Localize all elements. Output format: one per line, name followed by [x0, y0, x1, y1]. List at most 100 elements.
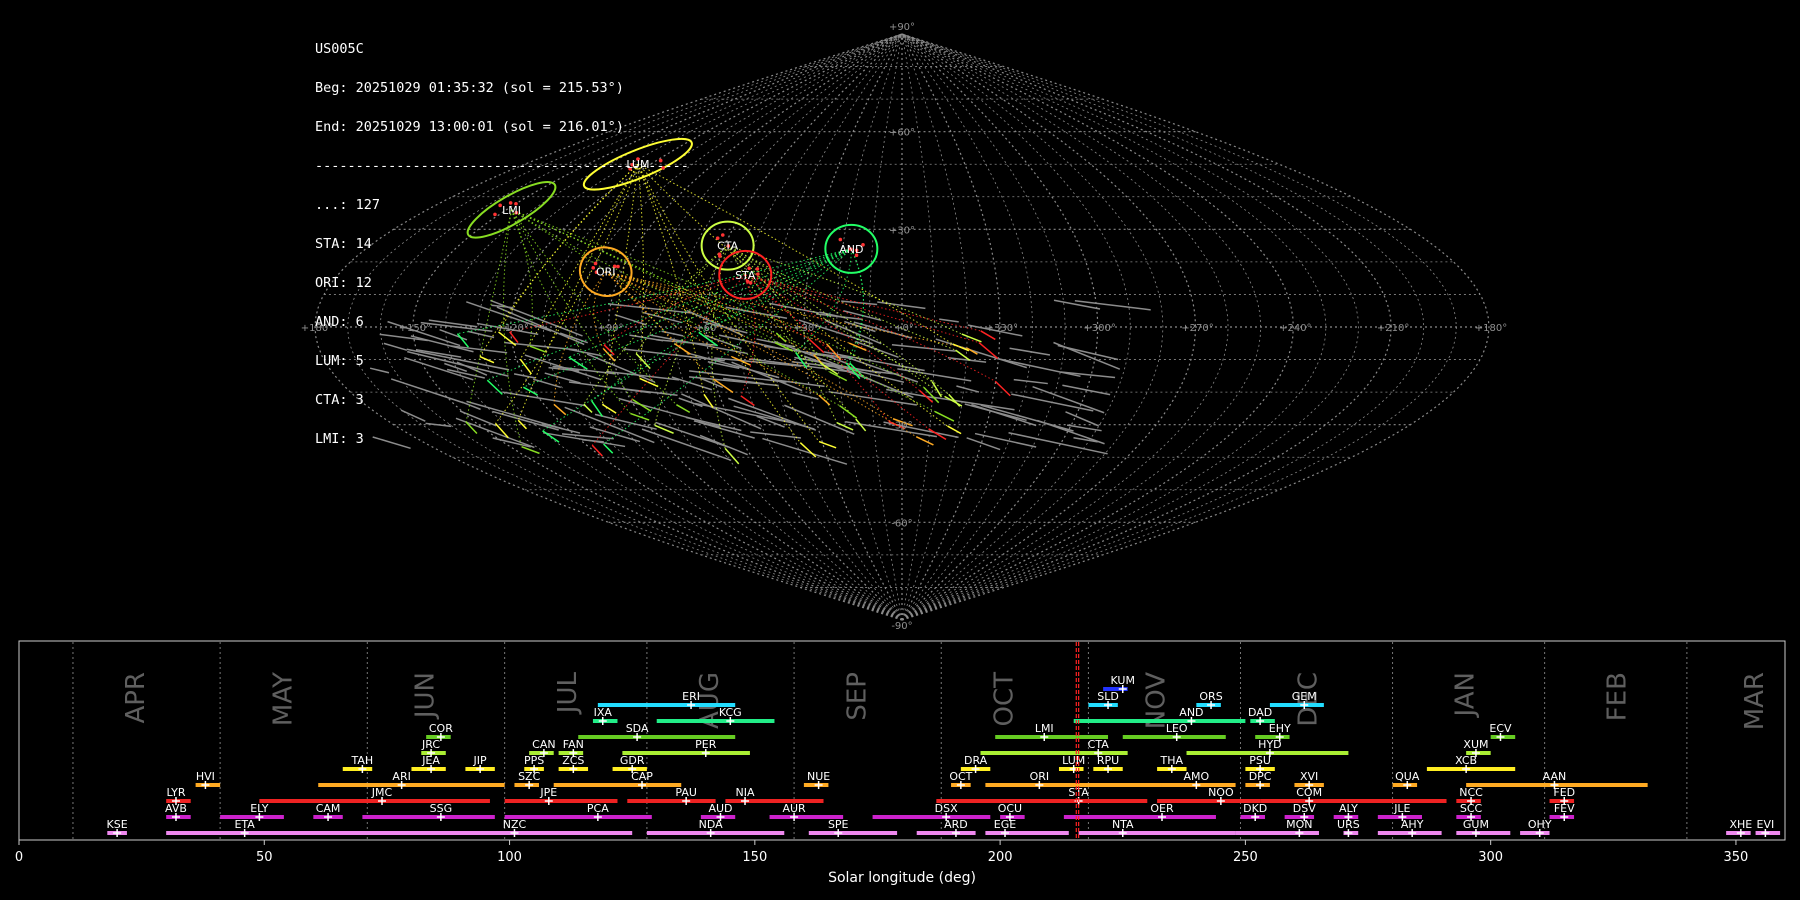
shower-code: AVB	[165, 802, 187, 815]
shower-code: SDA	[626, 722, 649, 735]
shower-bar	[872, 815, 991, 819]
shower-jea: JEA	[411, 754, 446, 773]
x-tick-label: 350	[1724, 850, 1749, 865]
end-time: End: 20251029 13:00:01 (sol = 216.01°)	[315, 119, 624, 135]
shower-bar	[362, 815, 495, 819]
meteor-trail	[939, 318, 959, 323]
shower-code: CAM	[316, 802, 341, 815]
count-line: AND: 6	[315, 314, 364, 330]
shower-code: GUM	[1463, 818, 1489, 831]
shower-jip: JIP	[465, 754, 495, 773]
shower-bar	[646, 831, 785, 835]
shower-pau: PAU	[627, 786, 716, 805]
shower-code: FAN	[563, 738, 584, 751]
shower-zcs: ZCS	[558, 754, 589, 773]
meteor-trail	[769, 302, 820, 314]
shower-code: GEM	[1292, 690, 1317, 703]
shower-code: DSX	[935, 802, 958, 815]
lat-tick-label: -90°	[891, 621, 912, 630]
meteor-trail	[816, 313, 863, 321]
lat-tick-label: +90°	[889, 22, 915, 33]
shower-code: COR	[429, 722, 453, 735]
month-label: MAY	[268, 672, 298, 726]
shower-code: ELY	[250, 802, 269, 815]
x-axis-label: Solar longitude (deg)	[828, 870, 976, 886]
count-line: ORI: 12	[315, 275, 372, 291]
meteor-trail	[966, 437, 1001, 451]
count-line: STA: 14	[315, 236, 372, 252]
shower-nia: NIA	[725, 786, 824, 805]
meteor-trail	[808, 338, 825, 354]
shower-bar	[1078, 831, 1236, 835]
lon-tick-label: +0°	[894, 323, 914, 334]
shower-bar	[916, 831, 976, 835]
shower-code: ARD	[944, 818, 968, 831]
shower-code: EHY	[1269, 722, 1291, 735]
shower-gum: GUM	[1456, 818, 1511, 837]
shower-bar	[725, 799, 824, 803]
shower-bar	[1456, 831, 1511, 835]
shower-nda: NDA	[646, 818, 785, 837]
meteor-trail	[980, 404, 1074, 432]
meteor-trail	[1065, 411, 1099, 427]
meteor-trail	[994, 380, 1011, 397]
shower-bar	[259, 799, 490, 803]
shower-code: DAD	[1248, 706, 1272, 719]
meteor-trail	[1053, 341, 1121, 370]
meteor-path	[744, 274, 890, 422]
meteor-trail	[770, 378, 825, 388]
shower-activity-timeline: APR MAY JUN JUL AUG SEP OCT NOV DEC JAN FEB MAR KUM…	[15, 640, 1786, 886]
shower-qua: QUA	[1392, 770, 1420, 789]
shower-code: AAN	[1543, 770, 1567, 783]
shower-code: NIA	[736, 786, 755, 799]
shower-code: PPS	[524, 754, 544, 767]
shower-sta: STA	[936, 786, 1148, 805]
shower-urs: URS	[1337, 818, 1360, 837]
shower-eta: ETA	[166, 818, 343, 837]
lon-tick-label: +270°	[1181, 323, 1213, 334]
shower-nue: NUE	[803, 770, 830, 789]
shower-code: CTA	[1088, 738, 1110, 751]
begin-time: Beg: 20251029 01:35:32 (sol = 215.53°)	[315, 80, 624, 96]
shower-code: LMI	[1035, 722, 1054, 735]
meteor-trail	[750, 431, 802, 439]
shower-hvi: HVI	[195, 770, 221, 789]
radiant-label: STA	[735, 269, 756, 282]
shower-code: QUA	[1395, 770, 1420, 783]
meteor-trail	[956, 385, 980, 393]
shower-code: PAU	[675, 786, 697, 799]
x-tick-label: 250	[1233, 850, 1258, 865]
x-tick-label: 300	[1478, 850, 1503, 865]
lon-tick-label: +300°	[1083, 323, 1115, 334]
shower-code: XCB	[1455, 754, 1477, 767]
shower-code: FED	[1553, 786, 1575, 799]
shower-ixa: IXA	[592, 706, 618, 725]
shower-ecv: ECV	[1489, 722, 1516, 741]
observation-stats: US005C Beg: 20251029 01:35:32 (sol = 215…	[315, 17, 689, 459]
shower-code: IXA	[594, 706, 613, 719]
shower-code: ERI	[682, 690, 700, 703]
shower-cam: CAM	[313, 802, 343, 821]
shower-nzc: NZC	[332, 818, 633, 837]
month-label: JUL	[553, 671, 583, 715]
shower-code: DSV	[1293, 802, 1316, 815]
shower-code: LEO	[1166, 722, 1188, 735]
shower-bar	[1088, 703, 1118, 707]
meteor-path	[745, 274, 980, 344]
shower-code: OCT	[949, 770, 972, 783]
month-label: JUN	[411, 672, 441, 720]
shower-bar	[985, 831, 1069, 835]
shower-code: AHY	[1401, 818, 1424, 831]
shower-bar	[332, 831, 633, 835]
meteor-trail	[961, 333, 982, 343]
shower-leo: LEO	[1122, 722, 1226, 741]
shower-gem: GEM	[1269, 690, 1324, 709]
radiant-and: AND	[824, 223, 879, 274]
month-label: JAN	[1451, 672, 1481, 718]
shower-code: JLE	[1393, 802, 1410, 815]
shower-bar	[936, 799, 1148, 803]
shower-code: LUM	[1062, 754, 1085, 767]
shower-code: KCG	[719, 706, 742, 719]
shower-lum: LUM	[1058, 754, 1085, 773]
month-label: SEP	[842, 672, 872, 721]
